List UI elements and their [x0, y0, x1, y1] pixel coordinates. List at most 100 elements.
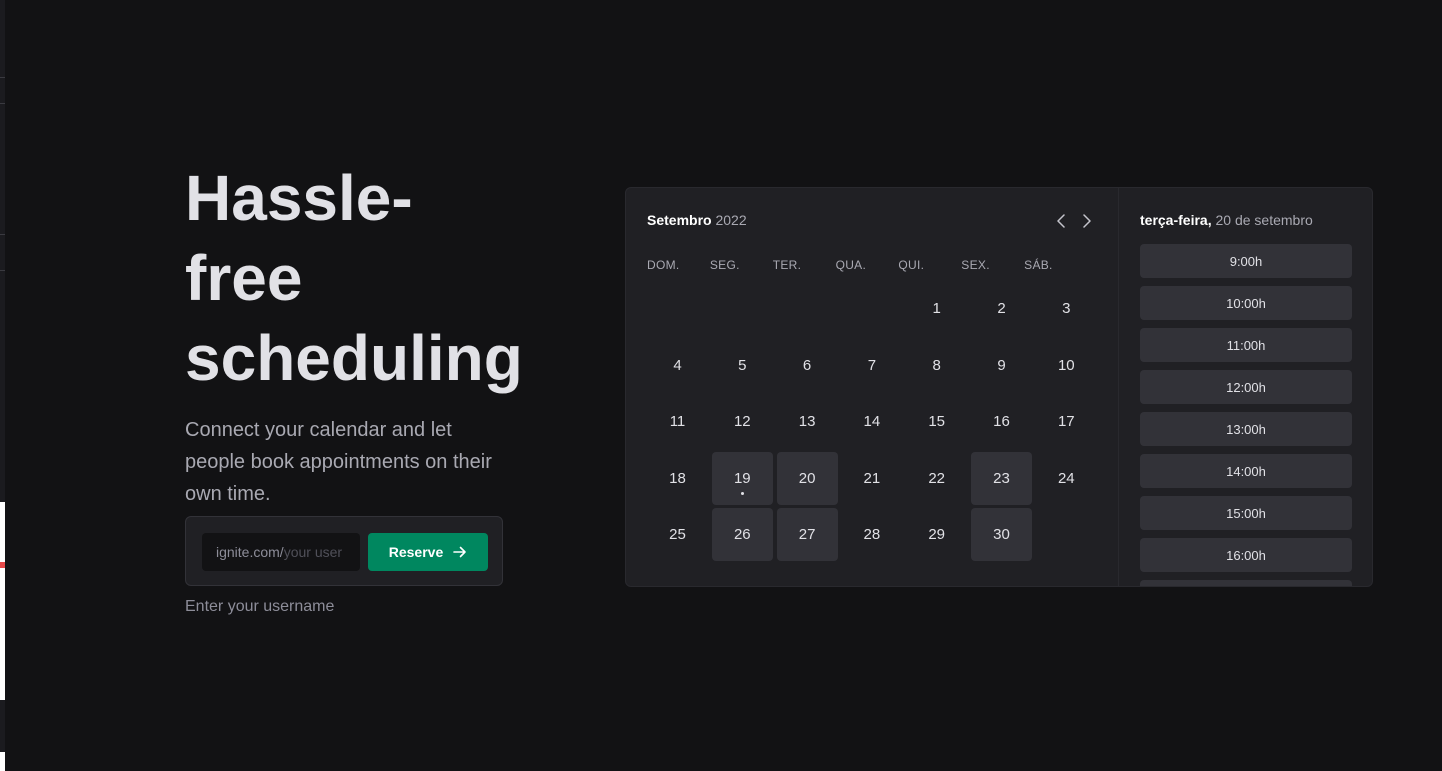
time-picker: terça-feira, 20 de setembro 9:00h 10:00h 1…: [1118, 188, 1372, 586]
calendar-day[interactable]: 20: [776, 451, 838, 505]
calendar-days: 1 2 3 4 5 6 7 8 9 10 11 12 13 14 15 16 17 18 19 20 21 22 23 24 2…: [647, 282, 1103, 565]
calendar-day: 15: [906, 395, 967, 448]
calendar-day: 25: [647, 508, 708, 561]
edge-divider: [0, 77, 5, 78]
calendar-day: 10: [1036, 339, 1097, 392]
calendar-day-number: 27: [798, 526, 816, 544]
reserve-button[interactable]: Reserve: [368, 533, 488, 571]
selected-date: terça-feira, 20 de setembro: [1140, 212, 1313, 228]
calendar-day: 22: [906, 452, 967, 505]
reserve-button-label: Reserve: [388, 544, 444, 560]
calendar-day[interactable]: 23: [970, 451, 1032, 505]
calendar-card: Setembro 2022 DOM. SEG. TER. QUA. QUI. SEX. SÁ…: [625, 187, 1373, 587]
calendar-day: 12: [712, 395, 773, 448]
calendar-day-number: 20: [798, 469, 816, 487]
edge-divider: [0, 234, 5, 235]
calendar-day-number: 5: [738, 356, 747, 374]
weekday-label: QUI.: [898, 258, 925, 272]
calendar-day-number: 21: [863, 469, 881, 487]
calendar-day-empty: [1036, 508, 1097, 561]
weekday-label: SÁB.: [1024, 258, 1053, 272]
calendar-day: 9: [971, 339, 1032, 392]
calendar-day[interactable]: 30: [970, 508, 1032, 562]
calendar-day-number: 17: [1057, 413, 1075, 431]
calendar-day-number: 16: [993, 413, 1010, 431]
username-input[interactable]: ignite.com/your user: [202, 533, 360, 571]
calendar-day-number: 7: [867, 356, 877, 374]
weekday-label: SEX.: [961, 258, 990, 272]
calendar-day: 13: [777, 395, 838, 448]
calendar-day-number: 30: [993, 526, 1010, 544]
calendar-day: 2: [971, 282, 1032, 335]
time-slot-button[interactable]: 11:00h: [1140, 328, 1352, 362]
calendar-day: 24: [1036, 452, 1097, 505]
calendar-day-number: 28: [863, 526, 881, 544]
chevron-right-icon: [1083, 214, 1091, 228]
calendar-day-number: 1: [932, 300, 941, 317]
time-slot-button[interactable]: 9:00h: [1140, 244, 1352, 278]
url-prefix: ignite.com/: [216, 544, 284, 560]
calendar-day: 8: [906, 339, 967, 392]
calendar-day: 21: [841, 452, 902, 505]
calendar-day: 3: [1036, 282, 1097, 335]
calendar-day-empty: [841, 282, 902, 335]
calendar: Setembro 2022 DOM. SEG. TER. QUA. QUI. SEX. SÁ…: [626, 188, 1118, 586]
calendar-day-number: 29: [928, 526, 946, 544]
time-slot-button[interactable]: 10:00h: [1140, 286, 1352, 320]
calendar-day-number: 12: [733, 413, 751, 431]
hero: Hassle-free scheduling Connect your cale…: [185, 158, 525, 510]
edge-panel: [0, 502, 5, 700]
selected-day: 20 de setembro: [1215, 212, 1313, 228]
calendar-day: 5: [712, 339, 773, 392]
calendar-day-number: 24: [1057, 469, 1075, 487]
edge-divider: [0, 270, 5, 271]
calendar-day-number: 25: [669, 526, 686, 544]
calendar-title: Setembro 2022: [647, 212, 747, 228]
calendar-day: 28: [841, 508, 902, 561]
username-form: ignite.com/your user Reserve: [185, 516, 503, 586]
hero-title: Hassle-free scheduling: [185, 162, 523, 394]
calendar-day-number: 26: [733, 526, 751, 544]
calendar-day[interactable]: 27: [776, 508, 838, 562]
calendar-day[interactable]: 19: [711, 451, 773, 505]
calendar-day: 4: [647, 339, 708, 392]
calendar-day-empty: [712, 282, 773, 335]
calendar-day-empty: [647, 282, 708, 335]
weekday-label: SEG.: [709, 258, 740, 272]
calendar-day: 6: [777, 339, 838, 392]
form-hint: Enter your username: [185, 598, 335, 615]
calendar-day-number: 8: [932, 356, 941, 374]
time-slot-button[interactable]: 13:00h: [1140, 412, 1352, 446]
chevron-left-icon: [1057, 214, 1065, 228]
edge-panel: [0, 752, 5, 771]
arrow-right-icon: [453, 546, 467, 558]
calendar-year: 2022: [715, 212, 747, 228]
calendar-day-empty: [777, 282, 838, 335]
today-indicator: [740, 491, 744, 495]
calendar-month: Setembro: [647, 212, 712, 228]
time-slot-button[interactable]: 15:00h: [1140, 496, 1352, 530]
calendar-day-number: 6: [802, 356, 812, 374]
calendar-day[interactable]: 26: [711, 508, 773, 562]
time-slot-button[interactable]: 17:00h: [1140, 580, 1352, 586]
calendar-day-number: 22: [928, 469, 946, 487]
calendar-day: 1: [906, 282, 967, 335]
time-slot-button[interactable]: 14:00h: [1140, 454, 1352, 488]
calendar-day: 18: [647, 452, 708, 505]
time-slot-button[interactable]: 16:00h: [1140, 538, 1352, 572]
username-placeholder: your user: [283, 544, 343, 560]
edge-marker: [0, 562, 5, 568]
calendar-day-number: 13: [798, 413, 816, 431]
calendar-day-number: 2: [997, 300, 1006, 317]
calendar-day: 7: [841, 339, 902, 392]
next-month-button[interactable]: [1079, 212, 1095, 230]
time-slot-button[interactable]: 12:00h: [1140, 370, 1352, 404]
left-edge-strip: [0, 0, 5, 771]
edge-divider: [0, 103, 5, 104]
calendar-day-number: 4: [673, 356, 682, 374]
calendar-day-number: 11: [669, 413, 686, 431]
weekday-label: QUA.: [835, 258, 867, 272]
calendar-day: 17: [1036, 395, 1097, 448]
weekday-header: DOM. SEG. TER. QUA. QUI. SEX. SÁB.: [647, 258, 1087, 272]
previous-month-button[interactable]: [1053, 212, 1069, 230]
